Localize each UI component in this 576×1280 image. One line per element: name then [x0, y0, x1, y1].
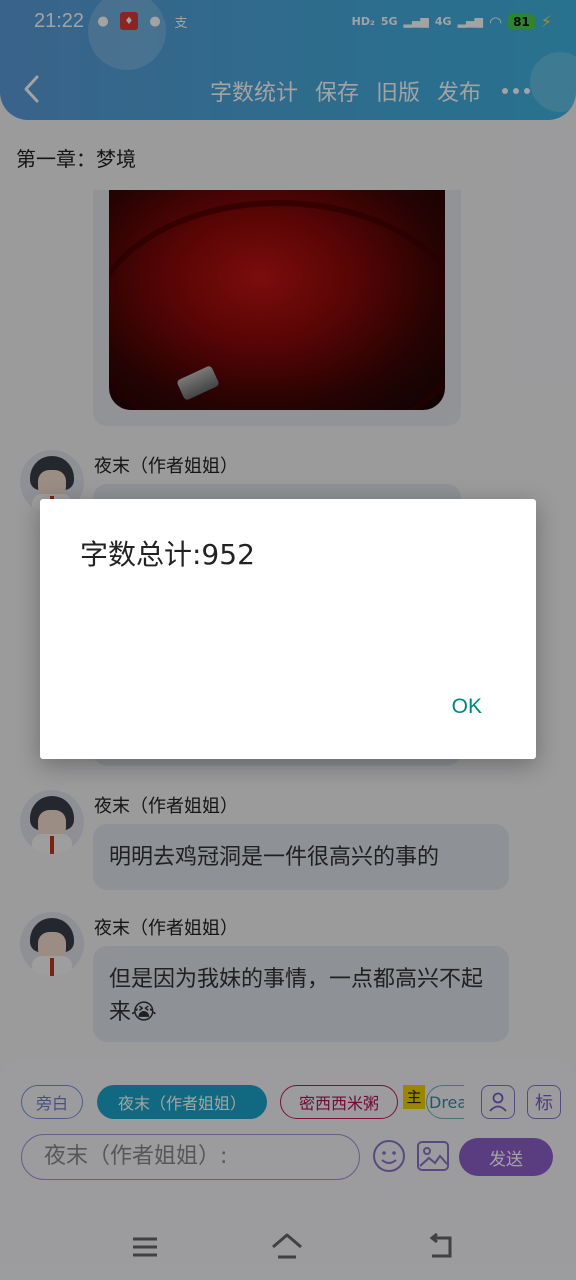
dialog-message: 字数总计:952 [80, 538, 255, 571]
ok-button[interactable]: OK [452, 695, 482, 719]
word-count-dialog: 字数总计:952 OK [40, 499, 536, 759]
